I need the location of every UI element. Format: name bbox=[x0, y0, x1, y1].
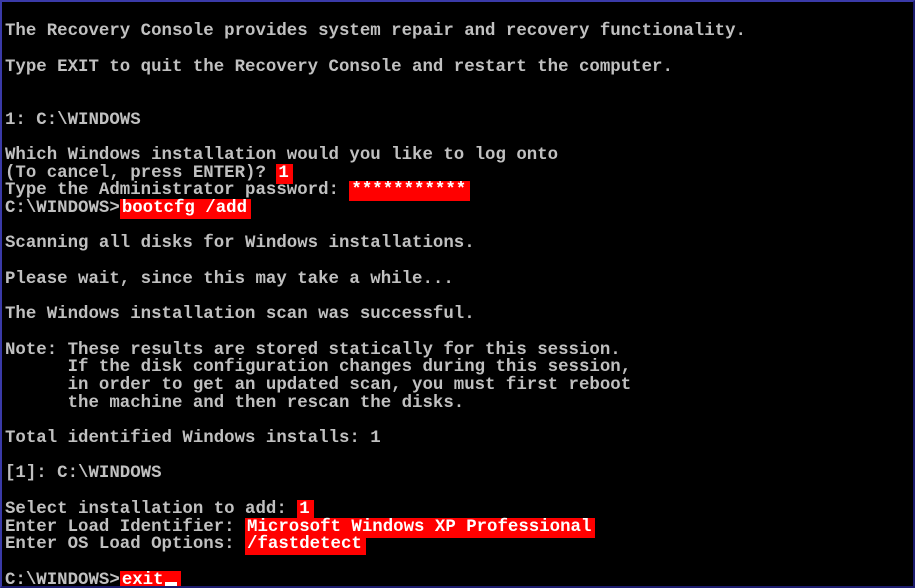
select-installation-input[interactable]: 1 bbox=[297, 500, 314, 520]
found-installation-text: [1]: C:\WINDOWS bbox=[5, 464, 162, 483]
console-header-line-1: The Recovery Console provides system rep… bbox=[5, 23, 746, 41]
please-wait-text: Please wait, since this may take a while… bbox=[5, 270, 454, 289]
recovery-console-window[interactable]: The Recovery Console provides system rep… bbox=[0, 0, 915, 588]
scanning-line: Scanning all disks for Windows installat… bbox=[5, 235, 475, 253]
select-installation-line: Select installation to add: 1 bbox=[5, 500, 314, 520]
os-load-options-prompt: Enter OS Load Options: bbox=[5, 535, 246, 554]
bootcfg-command-input[interactable]: bootcfg /add bbox=[119, 199, 252, 219]
installation-list-text: 1: C:\WINDOWS bbox=[5, 111, 141, 130]
note-text-4: the machine and then rescan the disks. bbox=[5, 394, 465, 413]
total-installs-line: Total identified Windows installs: 1 bbox=[5, 430, 381, 448]
note-line-3: in order to get an updated scan, you mus… bbox=[5, 376, 632, 395]
text-cursor bbox=[164, 582, 177, 586]
scan-success-text: The Windows installation scan was succes… bbox=[5, 305, 475, 324]
password-prompt-text: Type the Administrator password: bbox=[5, 181, 350, 200]
total-installs-text: Total identified Windows installs: 1 bbox=[5, 429, 381, 448]
note-line-4: the machine and then rescan the disks. bbox=[5, 394, 465, 413]
exit-command-line: C:\WINDOWS> exit bbox=[5, 571, 181, 588]
console-header-line-2: Type EXIT to quit the Recovery Console a… bbox=[5, 59, 673, 77]
which-installation-text: Which Windows installation would you lik… bbox=[5, 146, 559, 165]
bootcfg-command-line: C:\WINDOWS> bootcfg /add bbox=[5, 199, 252, 219]
exit-command-input[interactable]: exit bbox=[119, 571, 181, 588]
scanning-text: Scanning all disks for Windows installat… bbox=[5, 234, 475, 253]
which-installation-line: Which Windows installation would you lik… bbox=[5, 147, 558, 165]
exit-command-text: exit bbox=[121, 571, 164, 588]
header-text-2: Type EXIT to quit the Recovery Console a… bbox=[5, 58, 673, 77]
header-text-1: The Recovery Console provides system rep… bbox=[5, 22, 746, 41]
note-text-3: in order to get an updated scan, you mus… bbox=[5, 376, 632, 395]
note-line-2: If the disk configuration changes during… bbox=[5, 358, 632, 377]
command-prompt-2: C:\WINDOWS> bbox=[5, 571, 120, 588]
command-prompt: C:\WINDOWS> bbox=[5, 199, 120, 218]
password-input[interactable]: *********** bbox=[349, 181, 471, 201]
password-prompt-line: Type the Administrator password: *******… bbox=[5, 181, 471, 201]
os-load-options-input[interactable]: /fastdetect bbox=[245, 535, 366, 555]
note-text-2: If the disk configuration changes during… bbox=[5, 358, 632, 377]
select-installation-prompt: Select installation to add: bbox=[5, 500, 298, 519]
please-wait-line: Please wait, since this may take a while… bbox=[5, 271, 454, 289]
found-installation-line: [1]: C:\WINDOWS bbox=[5, 465, 162, 483]
scan-success-line: The Windows installation scan was succes… bbox=[5, 306, 475, 324]
os-load-options-line: Enter OS Load Options: /fastdetect bbox=[5, 535, 366, 555]
installation-list-line: 1: C:\WINDOWS bbox=[5, 112, 141, 130]
